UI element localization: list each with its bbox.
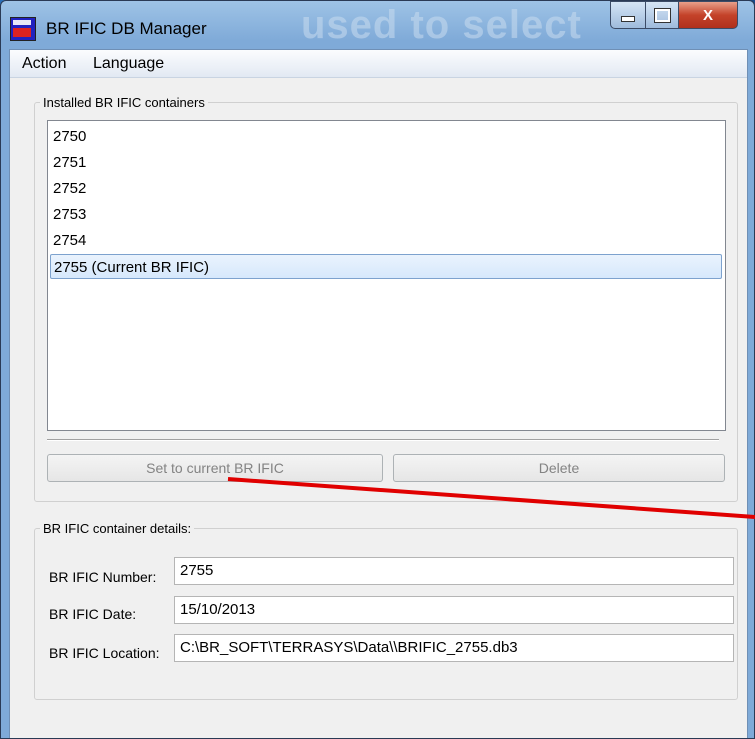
window-title: BR IFIC DB Manager [46,19,207,38]
list-item-selected[interactable]: 2755 (Current BR IFIC) [50,254,722,279]
delete-button[interactable]: Delete [393,454,725,482]
maximize-icon [653,7,671,23]
containers-listbox[interactable]: 2750 2751 2752 2753 2754 2755 (Current B… [47,120,726,431]
app-icon[interactable] [10,17,36,41]
date-field[interactable]: 15/10/2013 [174,596,734,624]
location-label: BR IFIC Location: [49,645,160,661]
container-details-label: BR IFIC container details: [40,521,195,536]
number-field[interactable]: 2755 [174,557,734,585]
list-item[interactable]: 2751 [50,150,722,175]
background-watermark-text: used to select [301,3,582,47]
title-bar[interactable]: used to select BR IFIC DB Manager X [1,1,754,49]
close-button[interactable]: X [678,1,738,29]
maximize-button[interactable] [645,1,679,29]
menu-bar: Action Language [10,50,747,78]
date-label: BR IFIC Date: [49,606,137,622]
client-area: Action Language Installed BR IFIC contai… [9,49,748,738]
number-label: BR IFIC Number: [49,569,157,585]
set-current-button[interactable]: Set to current BR IFIC [47,454,383,482]
close-icon: X [702,6,713,24]
list-item[interactable]: 2752 [50,176,722,201]
separator [47,439,719,441]
installed-containers-label: Installed BR IFIC containers [40,95,208,110]
menu-language[interactable]: Language [93,55,164,73]
list-item[interactable]: 2753 [50,202,722,227]
list-item[interactable]: 2754 [50,228,722,253]
location-field[interactable]: C:\BR_SOFT\TERRASYS\Data\\BRIFIC_2755.db… [174,634,734,662]
list-item[interactable]: 2750 [50,124,722,149]
app-window: used to select BR IFIC DB Manager X Acti… [0,0,755,739]
minimize-icon [621,16,635,22]
menu-action[interactable]: Action [22,55,66,73]
minimize-button[interactable] [610,1,646,29]
